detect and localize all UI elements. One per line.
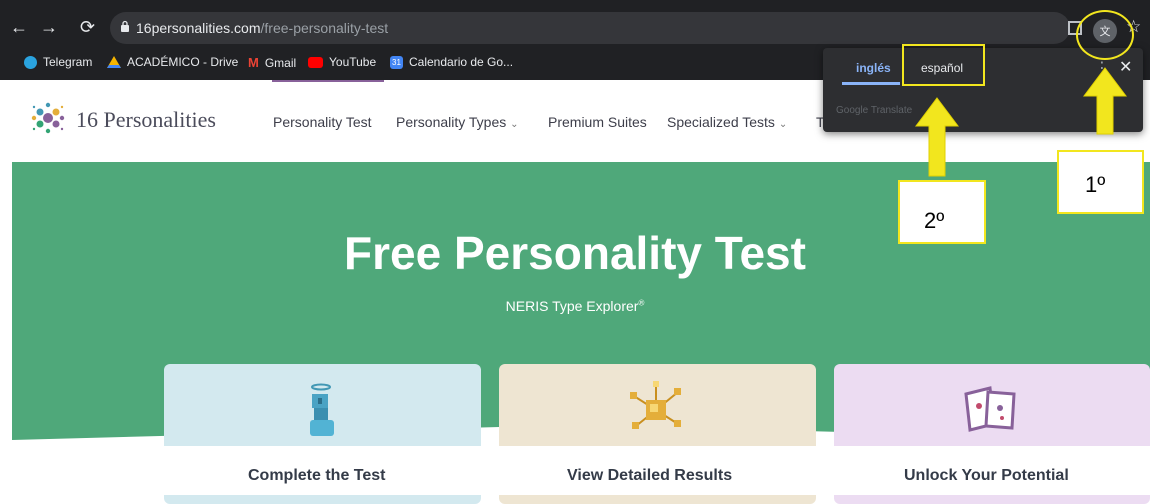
bookmark-label: ACADÉMICO - Drive [127,55,239,69]
back-icon[interactable]: ← [10,18,28,36]
card-title: Complete the Test [248,467,386,484]
reload-icon[interactable]: ⟳ [80,18,95,36]
registered-mark: ® [638,298,645,308]
translate-tab-source[interactable]: inglés [856,61,891,75]
nav-personality-types[interactable]: Personality Types ⌄ [396,114,519,130]
gmail-icon: M [248,55,259,70]
translate-footer: Google Translate [836,105,913,116]
url-text[interactable]: 16personalities.com/free-personality-tes… [136,20,388,36]
bookmark-label: YouTube [329,55,377,69]
google-drive-icon [107,55,121,68]
bookmark-drive[interactable]: ACADÉMICO - Drive [107,55,238,69]
nav-premium-suites[interactable]: Premium Suites [548,114,647,130]
highlight-translate-button [1076,10,1134,60]
bookmark-gmail[interactable]: M Gmail [248,55,296,70]
active-tab-indicator [842,82,900,85]
nav-personality-test[interactable]: Personality Test [273,114,372,130]
nav-active-indicator [272,80,384,82]
arrow-up-icon [1083,67,1127,135]
hero-subtitle-text: NERIS Type Explorer [505,298,639,314]
bookmark-label: Telegram [43,55,93,69]
step-1-label: 1º [1057,150,1144,214]
card-title: View Detailed Results [567,467,733,484]
forward-icon[interactable]: → [40,18,58,36]
bookmark-label: Gmail [264,55,297,70]
chevron-down-icon: ⌄ [510,119,519,130]
arrow-up-icon [915,97,959,177]
sixteen-personalities-logo-icon[interactable] [26,96,70,140]
cards-map-icon [964,386,1016,432]
url-host: 16personalities.com [136,20,261,36]
site-logo-text[interactable]: 16 Personalities [76,107,216,133]
card-title: Unlock Your Potential [904,467,1069,484]
bookmark-telegram[interactable]: Telegram [24,55,92,69]
bookmark-youtube[interactable]: YouTube [308,55,376,69]
lock-icon [121,20,129,32]
nav-label: Specialized Tests [667,114,775,130]
hero-subtitle: NERIS Type Explorer® [0,298,1150,314]
telegram-icon [24,55,37,69]
nav-specialized-tests[interactable]: Specialized Tests ⌄ [667,114,787,130]
youtube-icon [308,56,323,68]
step-2-label: 2º [898,180,986,244]
highlight-target-language [902,44,985,86]
nav-label: Personality Types [396,114,507,130]
calendar-icon: 31 [390,55,403,69]
bookmark-label: Calendario de Go... [409,55,514,69]
angel-figure-icon [310,383,334,436]
chevron-down-icon: ⌄ [778,119,788,130]
url-path: /free-personality-test [260,20,389,36]
bookmark-calendar[interactable]: 31 Calendario de Go... [390,55,513,69]
network-cube-icon [630,381,681,429]
